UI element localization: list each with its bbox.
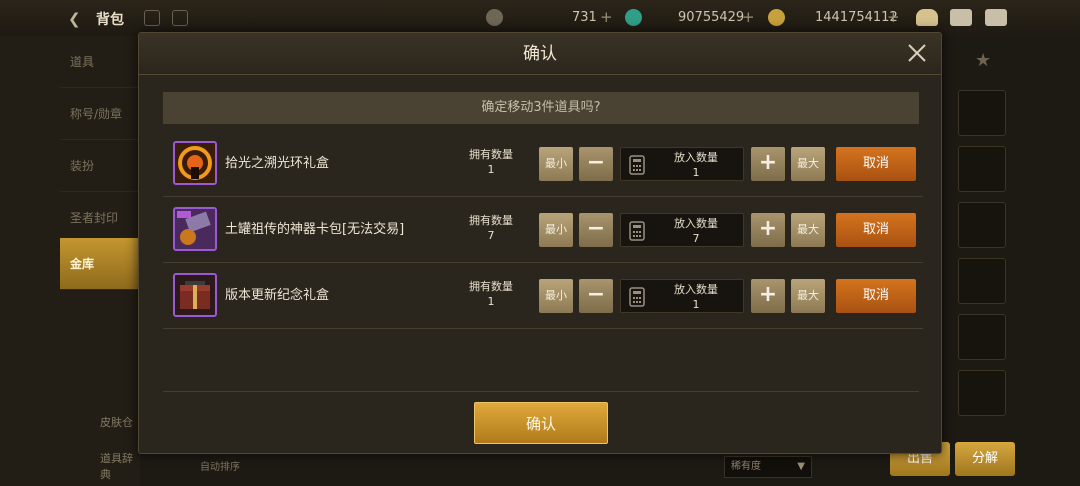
increase-button[interactable]: + — [751, 213, 785, 247]
mail-icon[interactable] — [950, 9, 972, 26]
owned-quantity-label: 拥有数量 — [469, 148, 513, 161]
owned-quantity-value: 7 — [487, 229, 495, 242]
currency-1-value: 731 — [572, 10, 597, 25]
rarity-select-value: 稀有度 — [731, 461, 761, 472]
back-arrow-icon[interactable]: ❮ — [68, 10, 81, 28]
sidebar-bottom-dictionary[interactable]: 道具辞典 — [100, 450, 140, 482]
increase-button[interactable]: + — [751, 279, 785, 313]
sidebar: 道具 称号/勋章 装扮 圣者封印 金库 皮肤仓 道具辞典 — [0, 36, 140, 486]
quantity-input[interactable]: 放入数量 7 — [620, 213, 744, 247]
dialog-header: 确认 — [139, 33, 941, 75]
min-button[interactable]: 最小 — [539, 279, 573, 313]
currency-2-value: 90755429 — [678, 10, 745, 25]
cancel-button[interactable]: 取消 — [836, 213, 916, 247]
gold-coin-icon — [768, 9, 785, 26]
eye-icon[interactable] — [144, 10, 160, 26]
min-button[interactable]: 最小 — [539, 147, 573, 181]
auto-sort-label[interactable]: 自动排序 — [200, 458, 240, 473]
item-row: 土罐祖传的神器卡包[无法交易] 拥有数量 7 最小 − 放入数量 7 + 最大 … — [163, 197, 923, 263]
quantity-input[interactable]: 放入数量 1 — [620, 147, 744, 181]
sidebar-item-costume[interactable]: 装扮 — [60, 140, 140, 192]
owned-quantity-label: 拥有数量 — [469, 280, 513, 293]
confirm-button[interactable]: 确认 — [474, 402, 608, 444]
divider — [163, 391, 919, 392]
sidebar-item-items[interactable]: 道具 — [60, 36, 140, 88]
increase-button[interactable]: + — [751, 147, 785, 181]
dialog-title: 确认 — [523, 44, 557, 64]
calculator-icon[interactable] — [629, 221, 645, 241]
gem-icon — [625, 9, 642, 26]
item-name: 拾光之溯光环礼盒 — [225, 156, 330, 171]
owned-quantity: 拥有数量 1 — [453, 147, 529, 177]
add-currency-2-button[interactable]: + — [742, 8, 755, 26]
confirm-dialog: 确认 确定移动3件道具吗? 拾光之溯光环礼盒 拥有数量 1 最小 − 放入数量 … — [138, 32, 942, 454]
inventory-slot[interactable] — [958, 370, 1006, 416]
put-quantity-label: 放入数量 — [674, 283, 718, 296]
inventory-slot[interactable] — [958, 202, 1006, 248]
inventory-grid — [944, 90, 1080, 450]
cancel-button[interactable]: 取消 — [836, 147, 916, 181]
item-row: 版本更新纪念礼盒 拥有数量 1 最小 − 放入数量 1 + 最大 取消 — [163, 263, 923, 329]
max-button[interactable]: 最大 — [791, 279, 825, 313]
cancel-button[interactable]: 取消 — [836, 279, 916, 313]
add-currency-1-button[interactable]: + — [600, 8, 613, 26]
owned-quantity: 拥有数量 7 — [453, 213, 529, 243]
shop-bag-icon[interactable] — [916, 9, 938, 26]
rarity-select[interactable]: 稀有度 ▼ — [724, 456, 812, 478]
item-name: 版本更新纪念礼盒 — [225, 288, 330, 303]
anniversary-giftbox-icon — [173, 273, 217, 317]
put-quantity: 放入数量 1 — [651, 150, 741, 180]
calculator-icon[interactable] — [629, 287, 645, 307]
artifact-card-pack-icon — [173, 207, 217, 251]
top-bar: ❮ 背包 731 + 90755429 + 1441754112 + — [0, 0, 1080, 36]
sidebar-item-titles[interactable]: 称号/勋章 — [60, 88, 140, 140]
owned-quantity-value: 1 — [487, 295, 495, 308]
put-quantity-value: 1 — [692, 298, 700, 311]
quantity-input[interactable]: 放入数量 1 — [620, 279, 744, 313]
put-quantity-value: 1 — [692, 166, 700, 179]
owned-quantity-value: 1 — [487, 163, 495, 176]
currency-3-value: 1441754112 — [815, 10, 898, 25]
chevron-down-icon: ▼ — [797, 461, 805, 472]
chat-icon[interactable] — [985, 9, 1007, 26]
coin-c-icon — [486, 9, 503, 26]
inventory-slot[interactable] — [958, 90, 1006, 136]
sidebar-item-seal[interactable]: 圣者封印 — [60, 192, 140, 244]
put-quantity-value: 7 — [692, 232, 700, 245]
put-quantity: 放入数量 1 — [651, 282, 741, 312]
sidebar-item-vault[interactable]: 金库 — [60, 238, 140, 290]
inventory-slot[interactable] — [958, 146, 1006, 192]
calculator-icon[interactable] — [629, 155, 645, 175]
favorite-star-icon[interactable]: ★ — [975, 50, 991, 71]
close-icon[interactable] — [905, 41, 929, 65]
min-button[interactable]: 最小 — [539, 213, 573, 247]
max-button[interactable]: 最大 — [791, 213, 825, 247]
owned-quantity-label: 拥有数量 — [469, 214, 513, 227]
put-quantity: 放入数量 7 — [651, 216, 741, 246]
put-quantity-label: 放入数量 — [674, 217, 718, 230]
halo-giftbox-icon — [173, 141, 217, 185]
decrease-button[interactable]: − — [579, 213, 613, 247]
add-currency-3-button[interactable]: + — [887, 8, 900, 26]
sidebar-bottom-skin[interactable]: 皮肤仓 — [100, 414, 133, 430]
put-quantity-label: 放入数量 — [674, 151, 718, 164]
max-button[interactable]: 最大 — [791, 147, 825, 181]
decrease-button[interactable]: − — [579, 279, 613, 313]
item-name: 土罐祖传的神器卡包[无法交易] — [225, 222, 405, 237]
inventory-slot[interactable] — [958, 314, 1006, 360]
item-row: 拾光之溯光环礼盒 拥有数量 1 最小 − 放入数量 1 + 最大 取消 — [163, 131, 923, 197]
inventory-slot[interactable] — [958, 258, 1006, 304]
disassemble-button[interactable]: 分解 — [955, 442, 1015, 476]
owned-quantity: 拥有数量 1 — [453, 279, 529, 309]
dialog-prompt: 确定移动3件道具吗? — [163, 92, 919, 124]
decrease-button[interactable]: − — [579, 147, 613, 181]
grid-icon[interactable] — [172, 10, 188, 26]
page-title: 背包 — [96, 12, 124, 28]
